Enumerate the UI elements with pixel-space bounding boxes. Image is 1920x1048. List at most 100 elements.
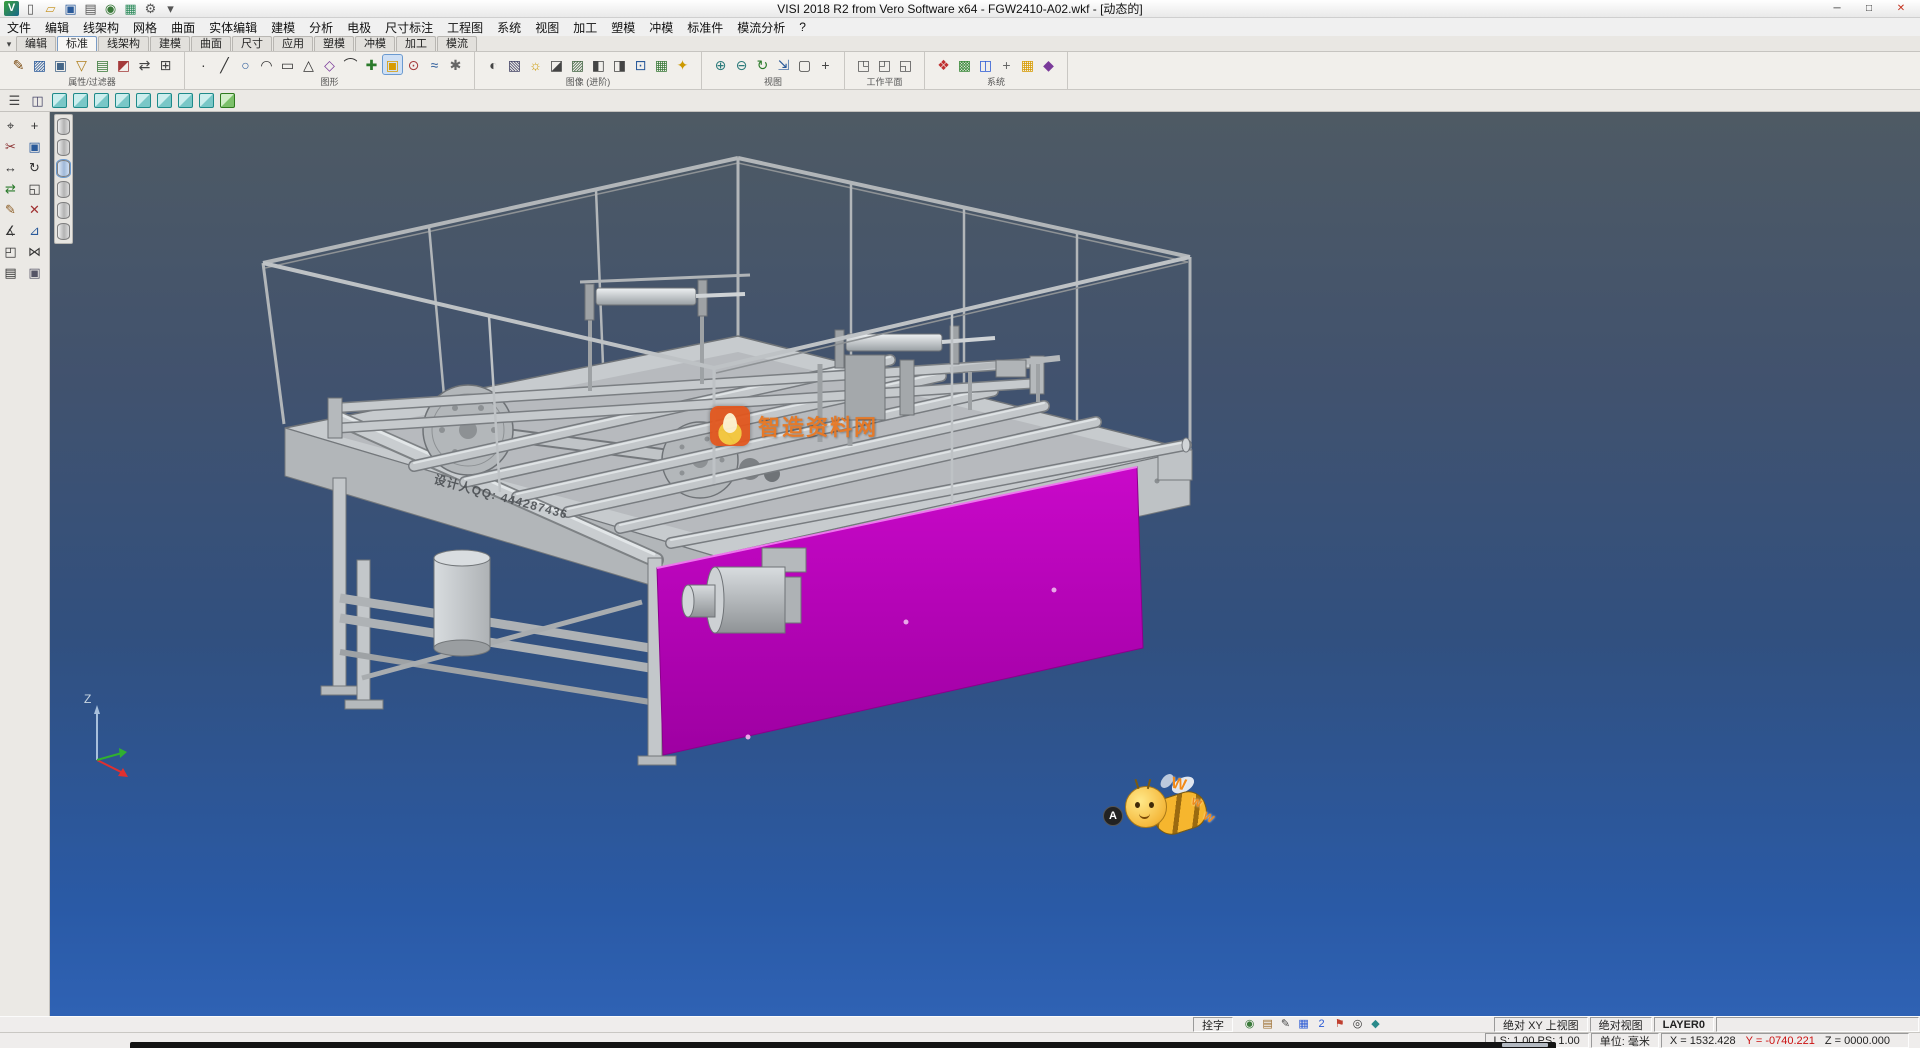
workplane-front-icon[interactable]: ◰ (875, 55, 894, 74)
layer-segment[interactable]: LAYER0 (1654, 1017, 1714, 1032)
shaded-mode-icon[interactable]: ▣ (383, 55, 402, 74)
view-left-icon[interactable] (136, 93, 151, 108)
count-badge-icon[interactable]: 2 (1314, 1017, 1329, 1032)
absolute-view-segment[interactable]: 绝对视图 (1590, 1017, 1652, 1032)
layers-icon[interactable]: ▦ (1296, 1017, 1311, 1032)
menu-item-6[interactable]: 实体编辑 (202, 18, 264, 36)
polygon-icon[interactable]: △ (299, 55, 318, 74)
boxed-dot-icon[interactable]: ⊡ (631, 55, 650, 74)
view-front-icon[interactable] (94, 93, 109, 108)
rotate-icon[interactable]: ↻ (26, 159, 43, 176)
attr-copy-icon[interactable]: ▣ (51, 55, 70, 74)
tab-6[interactable]: 尺寸 (232, 36, 272, 51)
tab-3[interactable]: 线架构 (98, 36, 149, 51)
taskbar-strip[interactable] (130, 1042, 1556, 1048)
menu-item-7[interactable]: 建模 (264, 18, 302, 36)
view-axonometric-icon[interactable] (199, 93, 214, 108)
zoom-out-icon[interactable]: ⊖ (732, 55, 751, 74)
menu-item-12[interactable]: 系统 (490, 18, 528, 36)
visi-logo[interactable]: V (4, 1, 19, 16)
tab-2[interactable]: 标准 (57, 36, 97, 51)
attr-filter-icon[interactable]: ▽ (72, 55, 91, 74)
taskbar-clock-area[interactable] (1502, 1043, 1548, 1047)
wave-icon[interactable]: ≈ (425, 55, 444, 74)
maximize-button[interactable]: □ (1854, 1, 1884, 16)
menu-item-3[interactable]: 线架构 (76, 18, 126, 36)
target-icon[interactable]: ◎ (1350, 1017, 1365, 1032)
menu-item-18[interactable]: 模流分析 (730, 18, 792, 36)
center-icon[interactable]: ⊙ (404, 55, 423, 74)
attr-layers-icon[interactable]: ▤ (93, 55, 112, 74)
menu-item-14[interactable]: 加工 (566, 18, 604, 36)
system-plus-icon[interactable]: + (997, 55, 1016, 74)
system-diamond-icon[interactable]: ◆ (1039, 55, 1058, 74)
flag-icon[interactable]: ⚑ (1332, 1017, 1347, 1032)
snap-toggle[interactable]: 拴字 (1193, 1017, 1233, 1032)
view-shaded-icon[interactable] (220, 93, 235, 108)
menu-item-2[interactable]: 编辑 (38, 18, 76, 36)
light-icon[interactable]: ☼ (526, 55, 545, 74)
view-back-icon[interactable] (115, 93, 130, 108)
viewport-layout-icon[interactable]: ◫ (29, 92, 46, 109)
view-top-icon[interactable] (73, 93, 88, 108)
diamond-icon[interactable]: ◇ (320, 55, 339, 74)
hatch-icon[interactable]: ▧ (505, 55, 524, 74)
menu-item-5[interactable]: 曲面 (164, 18, 202, 36)
panel-icon[interactable]: ▣ (26, 264, 43, 281)
point-icon[interactable]: ∙ (194, 55, 213, 74)
open-file-icon[interactable]: ▱ (42, 0, 59, 17)
model-canvas[interactable] (50, 112, 1920, 1016)
attr-brush-icon[interactable]: ▨ (30, 55, 49, 74)
system-grid-icon[interactable]: ❖ (934, 55, 953, 74)
sparkle-icon[interactable]: ✦ (673, 55, 692, 74)
menu-item-13[interactable]: 视图 (528, 18, 566, 36)
system-matrix-icon[interactable]: ▦ (1018, 55, 1037, 74)
menu-item-16[interactable]: 冲模 (642, 18, 680, 36)
attr-color-icon[interactable]: ◩ (114, 55, 133, 74)
filter-face-icon[interactable] (57, 139, 70, 156)
settings-icon[interactable]: ⚙ (142, 0, 159, 17)
grid-view-icon[interactable]: ▦ (122, 0, 139, 17)
arc-icon[interactable]: ◠ (257, 55, 276, 74)
capture-icon[interactable]: ◉ (1242, 1017, 1257, 1032)
hatch-dense-icon[interactable]: ▨ (568, 55, 587, 74)
copy-icon[interactable]: ▣ (26, 138, 43, 155)
shade-corner-icon[interactable]: ◪ (547, 55, 566, 74)
filter-edge-icon[interactable] (57, 160, 70, 177)
snap-icon[interactable]: + (26, 117, 43, 134)
viewport-3d[interactable]: Z 设计人QQ: 444287436 智造资料网 A WwW (50, 112, 1920, 1016)
tab-1[interactable]: 编辑 (16, 36, 56, 51)
burst-icon[interactable]: ✱ (446, 55, 465, 74)
measure-angle-icon[interactable]: ∡ (2, 222, 19, 239)
view-bottom-icon[interactable] (178, 93, 193, 108)
attr-table-icon[interactable]: ⊞ (156, 55, 175, 74)
filter-wire-icon[interactable] (57, 202, 70, 219)
mascot-badge[interactable]: A (1103, 806, 1123, 826)
filter-body-icon[interactable] (57, 181, 70, 198)
list-icon[interactable]: ▤ (2, 264, 19, 281)
tab-8[interactable]: 塑模 (314, 36, 354, 51)
refresh-view-icon[interactable]: ↻ (753, 55, 772, 74)
attr-swap-icon[interactable]: ⇄ (135, 55, 154, 74)
menu-item-8[interactable]: 分析 (302, 18, 340, 36)
system-window-icon[interactable]: ◫ (976, 55, 995, 74)
trim-icon[interactable]: ✂ (2, 138, 19, 155)
close-button[interactable]: ✕ (1886, 1, 1916, 16)
minimize-button[interactable]: ─ (1822, 1, 1852, 16)
menu-item-17[interactable]: 标准件 (680, 18, 730, 36)
snapshot-icon[interactable]: ◉ (102, 0, 119, 17)
filter-solid-icon[interactable] (57, 118, 70, 135)
tab-9[interactable]: 冲模 (355, 36, 395, 51)
menu-item-19[interactable]: ? (792, 18, 813, 36)
filter-point-icon[interactable] (57, 223, 70, 240)
tab-4[interactable]: 建模 (150, 36, 190, 51)
half-left-icon[interactable]: ◧ (589, 55, 608, 74)
tab-11[interactable]: 模流 (437, 36, 477, 51)
rectangle-icon[interactable]: ▭ (278, 55, 297, 74)
tab-overflow-icon[interactable]: ▾ (2, 37, 16, 51)
fit-view-icon[interactable]: ⇲ (774, 55, 793, 74)
select-icon[interactable]: ⌖ (2, 117, 19, 134)
annotate-icon[interactable]: ✎ (1278, 1017, 1293, 1032)
menu-item-10[interactable]: 尺寸标注 (378, 18, 440, 36)
curve-icon[interactable]: ⌒ (341, 55, 360, 74)
